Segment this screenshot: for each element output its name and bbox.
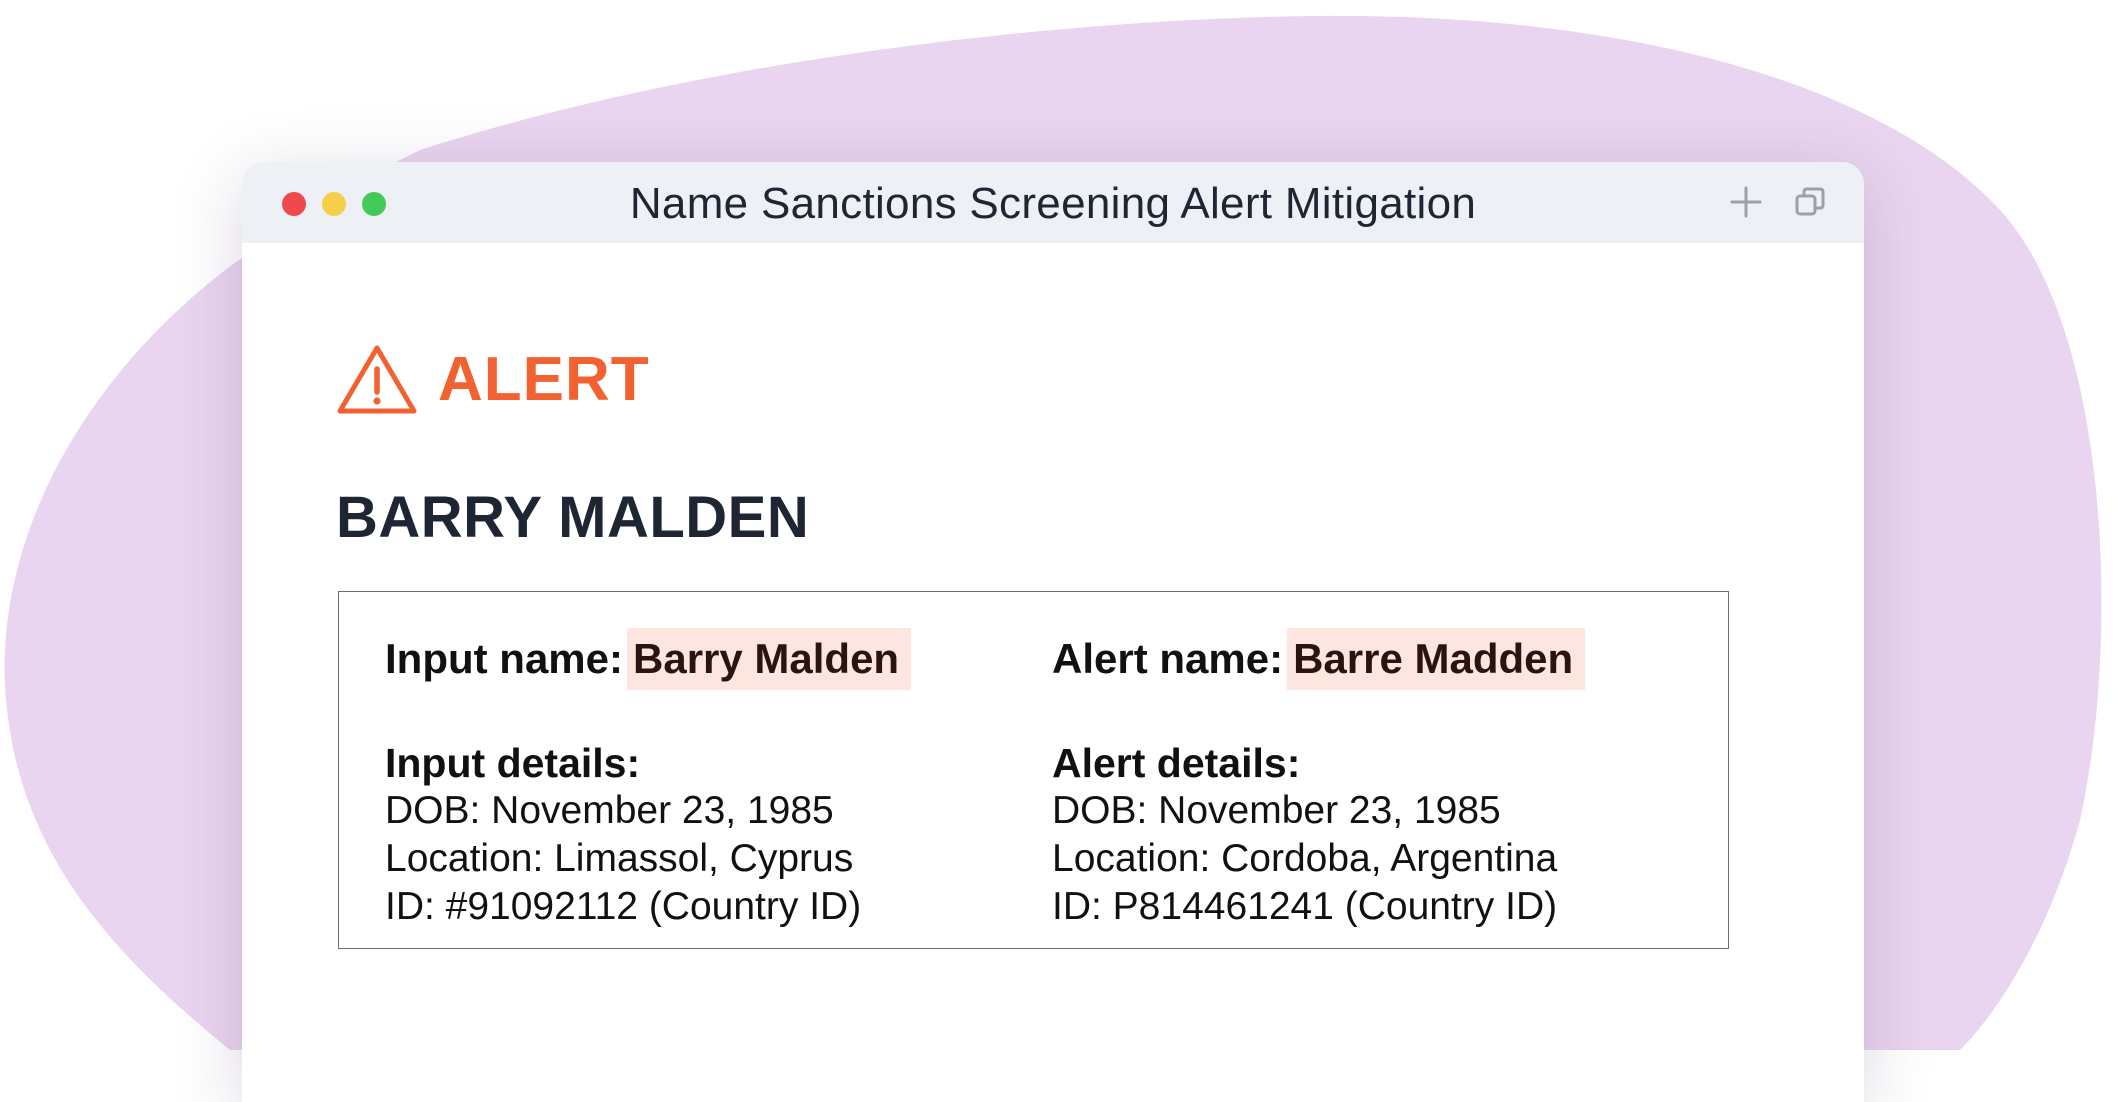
input-name-value: Barry Malden [627, 628, 912, 690]
plus-icon[interactable] [1726, 182, 1766, 222]
input-column: Input name: Barry Malden Input details: … [385, 628, 912, 931]
input-location: Location: Limassol, Cyprus [385, 837, 854, 880]
input-id: ID: #91092112 (Country ID) [385, 885, 862, 928]
input-details-title: Input details: [385, 740, 641, 786]
input-details: Input details: DOB: November 23, 1985 Lo… [385, 739, 911, 931]
alert-location: Location: Cordoba, Argentina [1052, 837, 1558, 880]
alert-name-value: Barre Madden [1287, 628, 1586, 690]
alert-details-title: Alert details: [1052, 740, 1301, 786]
alert-name-row: Alert name: Barre Madden [1052, 628, 1586, 690]
input-dob: DOB: November 23, 1985 [385, 789, 834, 832]
alert-label: ALERT [438, 344, 650, 414]
app-window: Name Sanctions Screening Alert Mitigatio… [242, 162, 1864, 1102]
window-titlebar: Name Sanctions Screening Alert Mitigatio… [242, 162, 1864, 243]
warning-triangle-icon [337, 345, 417, 414]
subject-name: BARRY MALDEN [336, 485, 810, 550]
alert-name-label: Alert name: [1052, 635, 1284, 682]
alert-details: Alert details: DOB: November 23, 1985 Lo… [1052, 739, 1585, 931]
comparison-panel: Input name: Barry Malden Input details: … [338, 591, 1729, 949]
alert-column: Alert name: Barre Madden Alert details: … [1052, 628, 1586, 931]
copy-icon[interactable] [1790, 182, 1830, 222]
alert-id: ID: P814461241 (Country ID) [1052, 885, 1558, 928]
alert-dob: DOB: November 23, 1985 [1052, 789, 1501, 832]
input-name-row: Input name: Barry Malden [385, 628, 912, 690]
window-title: Name Sanctions Screening Alert Mitigatio… [629, 179, 1477, 228]
alert-header: ALERT [336, 342, 650, 416]
input-name-label: Input name: [385, 635, 623, 682]
